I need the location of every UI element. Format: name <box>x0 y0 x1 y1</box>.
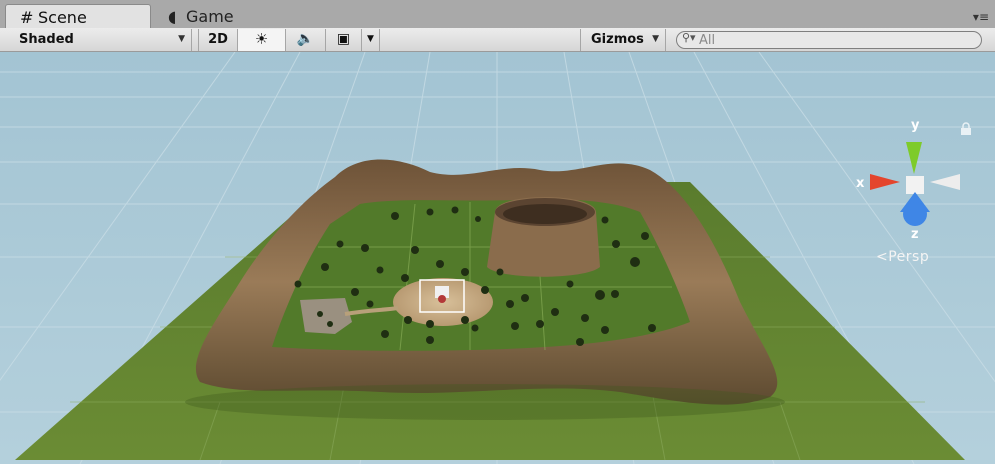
projection-toggle[interactable]: <Persp <box>876 249 929 265</box>
gizmos-label: Gizmos <box>591 32 644 47</box>
chevron-down-icon: ▼ <box>652 34 659 44</box>
hierarchy-search[interactable]: ⚲▾ <box>676 31 982 49</box>
mode-2d-label: 2D <box>208 32 228 47</box>
audio-toggle[interactable]: 🔈 <box>286 29 326 51</box>
player-marker <box>438 295 446 303</box>
scene-toolbar: Shaded ▼ 2D ☀ 🔈 ▣ ▼ Gizmos ▼ ⚲▾ <box>0 28 995 52</box>
chevron-down-icon: ▼ <box>367 34 374 44</box>
scene-viewport[interactable]: y x z <Persp <box>0 52 995 464</box>
search-input[interactable] <box>699 33 969 47</box>
speaker-icon: 🔈 <box>296 31 315 47</box>
tab-scene-label: Scene <box>38 8 87 27</box>
gizmo-center-cube[interactable] <box>906 176 924 194</box>
axis-y-label: y <box>911 118 920 133</box>
sun-icon: ☀ <box>254 30 269 48</box>
axis-y-cone[interactable] <box>906 142 922 174</box>
tab-game[interactable]: ◖ Game <box>154 4 274 28</box>
lighting-toggle[interactable]: ☀ <box>238 29 286 51</box>
effects-toggle[interactable]: ▣ <box>326 29 362 51</box>
rim-shadow <box>185 384 785 420</box>
grid-icon: # <box>20 8 34 27</box>
tab-game-label: Game <box>186 7 234 26</box>
scene-render <box>0 52 995 464</box>
crater-hole <box>503 204 587 224</box>
lock-icon[interactable] <box>960 122 972 136</box>
gizmos-dropdown[interactable]: Gizmos ▼ <box>580 29 666 51</box>
search-icon: ⚲▾ <box>682 31 696 44</box>
tab-scene[interactable]: # Scene <box>5 4 151 28</box>
chevron-down-icon: ▼ <box>178 34 185 44</box>
effects-dropdown[interactable]: ▼ <box>362 29 380 51</box>
shading-mode-label: Shaded <box>19 32 74 47</box>
shading-mode-dropdown[interactable]: Shaded ▼ <box>12 29 192 51</box>
axis-x-cone[interactable] <box>870 174 900 190</box>
projection-label: Persp <box>888 249 930 265</box>
orientation-gizmo[interactable]: y x z <box>850 112 960 242</box>
axis-z-base <box>903 202 927 226</box>
tab-strip: # Scene ◖ Game ▾≡ <box>0 0 995 28</box>
chevron-left-icon: < <box>876 249 889 265</box>
axis-z-label: z <box>911 227 919 242</box>
image-icon: ▣ <box>336 31 351 47</box>
panel-menu-icon[interactable]: ▾≡ <box>973 10 989 24</box>
mode-2d-toggle[interactable]: 2D <box>198 29 238 51</box>
pacman-icon: ◖ <box>168 7 177 26</box>
axis-x-label: x <box>856 176 865 191</box>
axis-neg-x-cone[interactable] <box>930 174 960 190</box>
